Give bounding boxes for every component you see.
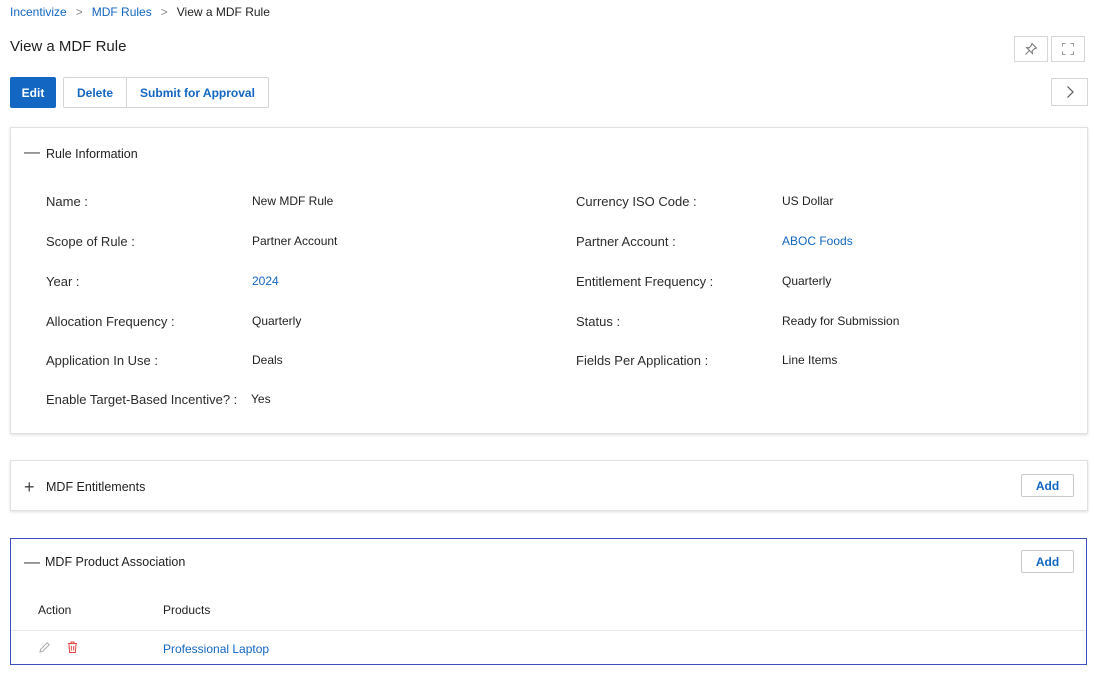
fields-per-application-label: Fields Per Application : bbox=[576, 353, 709, 368]
table-row: Professional Laptop bbox=[11, 631, 1086, 664]
add-product-button[interactable]: Add bbox=[1021, 550, 1074, 573]
currency-value: US Dollar bbox=[782, 194, 834, 208]
fullscreen-button[interactable] bbox=[1051, 36, 1085, 62]
next-button[interactable] bbox=[1051, 78, 1088, 106]
breadcrumb-current: View a MDF Rule bbox=[176, 5, 270, 19]
mdf-product-association-title: MDF Product Association bbox=[45, 555, 186, 569]
chevron-right-icon bbox=[1066, 86, 1074, 98]
expand-plus-icon[interactable]: + bbox=[24, 478, 35, 496]
year-link[interactable]: 2024 bbox=[252, 274, 279, 288]
target-incentive-value: Yes bbox=[251, 392, 271, 406]
edit-button[interactable]: Edit bbox=[10, 77, 56, 108]
delete-button[interactable]: Delete bbox=[64, 78, 126, 107]
entitlement-frequency-value: Quarterly bbox=[782, 274, 832, 288]
target-incentive-label: Enable Target-Based Incentive? : bbox=[46, 392, 238, 407]
page-title: View a MDF Rule bbox=[10, 38, 127, 55]
breadcrumb-incentivize[interactable]: Incentivize bbox=[10, 5, 67, 19]
partner-account-label: Partner Account : bbox=[576, 234, 676, 249]
collapse-minus-icon[interactable]: — bbox=[24, 145, 40, 161]
allocation-frequency-value: Quarterly bbox=[252, 314, 302, 328]
column-header-products: Products bbox=[163, 603, 211, 617]
allocation-frequency-label: Allocation Frequency : bbox=[46, 314, 175, 329]
add-entitlement-button[interactable]: Add bbox=[1021, 474, 1074, 497]
action-button-group: Delete Submit for Approval bbox=[63, 77, 269, 108]
pin-button[interactable] bbox=[1014, 36, 1048, 62]
name-value: New MDF Rule bbox=[252, 194, 334, 208]
rule-information-card: — Rule Information Name : New MDF Rule S… bbox=[10, 127, 1088, 434]
fields-per-application-value: Line Items bbox=[782, 353, 838, 367]
mdf-product-association-card: — MDF Product Association Add Action Pro… bbox=[10, 538, 1087, 665]
breadcrumb-separator-icon: > bbox=[75, 5, 83, 19]
application-in-use-label: Application In Use : bbox=[46, 353, 159, 368]
scope-value: Partner Account bbox=[252, 234, 338, 248]
trash-icon[interactable] bbox=[66, 640, 79, 654]
entitlement-frequency-label: Entitlement Frequency : bbox=[576, 274, 714, 289]
breadcrumb-mdf-rules[interactable]: MDF Rules bbox=[92, 5, 152, 19]
year-label: Year : bbox=[46, 274, 80, 289]
product-link[interactable]: Professional Laptop bbox=[163, 642, 269, 656]
mdf-entitlements-title: MDF Entitlements bbox=[46, 480, 146, 494]
application-in-use-value: Deals bbox=[252, 353, 283, 367]
currency-label: Currency ISO Code : bbox=[576, 194, 697, 209]
pencil-icon[interactable] bbox=[38, 641, 51, 654]
status-value: Ready for Submission bbox=[782, 314, 900, 328]
scope-label: Scope of Rule : bbox=[46, 234, 135, 249]
expand-icon bbox=[1062, 43, 1074, 55]
column-header-action: Action bbox=[38, 603, 72, 617]
breadcrumb: Incentivize > MDF Rules > View a MDF Rul… bbox=[10, 5, 270, 19]
rule-information-title: Rule Information bbox=[46, 147, 138, 161]
name-label: Name : bbox=[46, 194, 88, 209]
collapse-minus-icon[interactable]: — bbox=[24, 555, 40, 571]
breadcrumb-separator-icon: > bbox=[160, 5, 168, 19]
partner-account-link[interactable]: ABOC Foods bbox=[782, 234, 853, 248]
status-label: Status : bbox=[576, 314, 621, 329]
pin-icon bbox=[1025, 42, 1038, 55]
submit-for-approval-button[interactable]: Submit for Approval bbox=[126, 78, 268, 107]
mdf-entitlements-card: + MDF Entitlements Add bbox=[10, 460, 1088, 511]
